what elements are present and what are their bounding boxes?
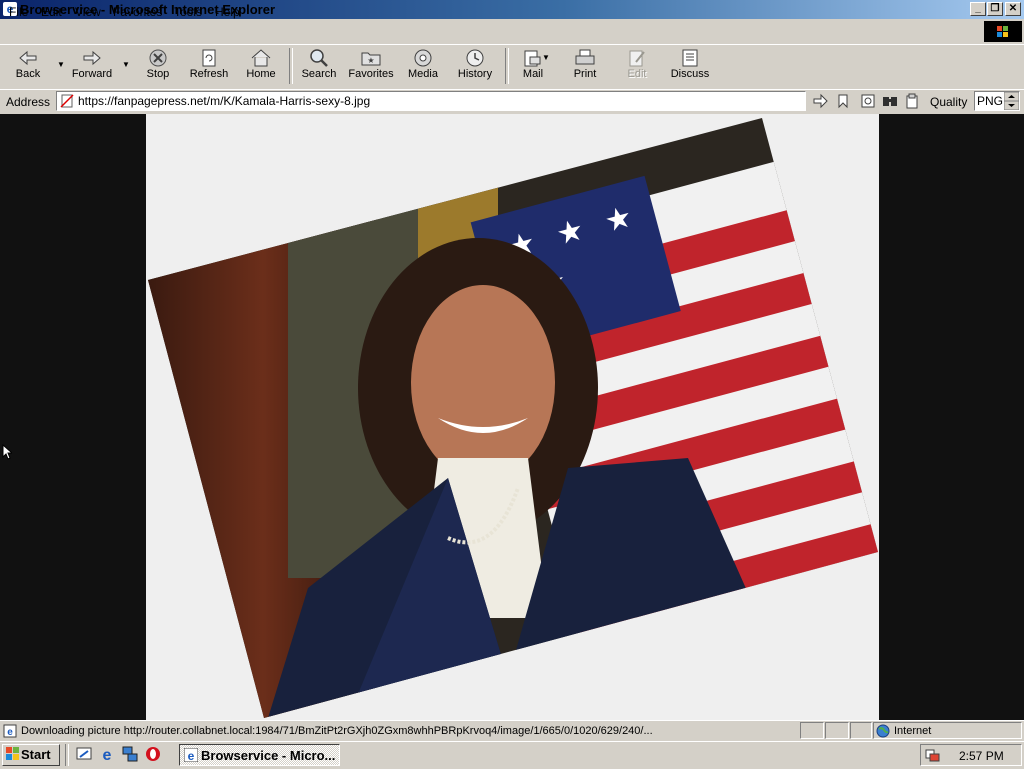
search-button[interactable]: Search bbox=[298, 46, 340, 86]
menu-help[interactable]: Help bbox=[215, 5, 240, 19]
menu-bar bbox=[0, 19, 1024, 43]
address-label: Address bbox=[6, 95, 51, 109]
taskbar-item-label: Browservice - Micro... bbox=[201, 748, 336, 763]
status-panel bbox=[800, 722, 824, 739]
menu-file[interactable]: File bbox=[9, 5, 28, 19]
forward-arrow-icon bbox=[81, 48, 103, 68]
status-panel bbox=[850, 722, 872, 739]
mouse-cursor-icon bbox=[2, 443, 14, 463]
forward-dropdown-icon[interactable]: ▼ bbox=[122, 60, 130, 69]
menu-favorites[interactable]: Favorites bbox=[113, 5, 162, 19]
history-button[interactable]: History bbox=[454, 46, 496, 86]
address-url[interactable]: https://fanpagepress.net/m/K/Kamala-Harr… bbox=[78, 94, 370, 108]
close-button[interactable]: ✕ bbox=[1005, 2, 1021, 16]
quicklaunch-opera-icon[interactable] bbox=[145, 746, 161, 762]
windows-logo-icon bbox=[984, 21, 1022, 42]
clock[interactable]: 2:57 PM bbox=[959, 749, 1004, 763]
menu-edit[interactable]: Edit bbox=[41, 5, 62, 19]
start-label: Start bbox=[21, 747, 51, 762]
ie-icon: e bbox=[183, 747, 199, 763]
quicklaunch-network-icon[interactable] bbox=[122, 746, 138, 762]
back-dropdown-icon[interactable]: ▼ bbox=[57, 60, 65, 69]
stop-icon bbox=[147, 48, 169, 68]
mail-dropdown-icon[interactable]: ▼ bbox=[542, 53, 550, 62]
svg-text:★: ★ bbox=[367, 56, 374, 65]
favorites-folder-icon: ★ bbox=[360, 48, 382, 68]
print-icon bbox=[574, 48, 596, 68]
quality-spinner[interactable] bbox=[1003, 91, 1020, 111]
toolbar-separator bbox=[289, 48, 293, 84]
svg-text:e: e bbox=[188, 749, 195, 762]
tray-network-icon[interactable] bbox=[925, 747, 941, 763]
ie-page-icon: e bbox=[3, 724, 17, 738]
refresh-icon bbox=[198, 48, 220, 68]
image-icon[interactable] bbox=[860, 93, 876, 109]
quicklaunch-desktop-icon[interactable] bbox=[76, 746, 92, 762]
windows-flag-icon bbox=[6, 747, 20, 761]
page-icon bbox=[60, 94, 74, 108]
home-button[interactable]: Home bbox=[242, 46, 280, 86]
menu-tools[interactable]: Tools bbox=[174, 5, 202, 19]
quality-value: PNG bbox=[977, 94, 1004, 108]
quicklaunch-ie-icon[interactable]: e bbox=[99, 746, 115, 764]
refresh-button[interactable]: Refresh bbox=[186, 46, 232, 86]
favorites-button[interactable]: ★ Favorites bbox=[346, 46, 396, 86]
print-button[interactable]: Print bbox=[566, 46, 604, 86]
go-arrow-icon[interactable] bbox=[812, 93, 828, 109]
taskbar-separator bbox=[65, 744, 69, 766]
media-button[interactable]: Media bbox=[404, 46, 442, 86]
media-icon bbox=[412, 48, 434, 68]
bookmark-icon[interactable] bbox=[835, 93, 851, 109]
search-icon bbox=[308, 48, 330, 68]
back-arrow-icon bbox=[17, 48, 39, 68]
status-text: Downloading picture http://router.collab… bbox=[21, 725, 653, 737]
toolbar-separator bbox=[505, 48, 509, 84]
stop-button[interactable]: Stop bbox=[140, 46, 176, 86]
quality-label: Quality bbox=[930, 95, 968, 109]
discuss-button[interactable]: Discuss bbox=[668, 46, 712, 86]
edit-button[interactable]: Edit bbox=[620, 46, 654, 86]
svg-text:e: e bbox=[7, 727, 13, 738]
rotated-photo: ★ ★ ★ ★ bbox=[148, 118, 878, 718]
menu-view[interactable]: View bbox=[75, 5, 101, 19]
forward-button[interactable]: Forward bbox=[68, 46, 116, 86]
mail-icon bbox=[522, 48, 544, 68]
edit-icon bbox=[626, 48, 648, 68]
restore-button[interactable]: ❐ bbox=[987, 2, 1003, 16]
svg-text:e: e bbox=[103, 747, 112, 762]
home-icon bbox=[250, 48, 272, 68]
back-button[interactable]: Back bbox=[8, 46, 48, 86]
history-icon bbox=[464, 48, 486, 68]
zone-label: Internet bbox=[894, 725, 932, 737]
mail-button[interactable]: Mail bbox=[514, 46, 552, 86]
internet-globe-icon bbox=[876, 724, 890, 738]
discuss-icon bbox=[679, 48, 701, 68]
minimize-button[interactable]: _ bbox=[970, 2, 986, 16]
clipboard-icon[interactable] bbox=[904, 93, 920, 109]
status-panel bbox=[825, 722, 849, 739]
find-binoculars-icon[interactable] bbox=[882, 93, 898, 109]
